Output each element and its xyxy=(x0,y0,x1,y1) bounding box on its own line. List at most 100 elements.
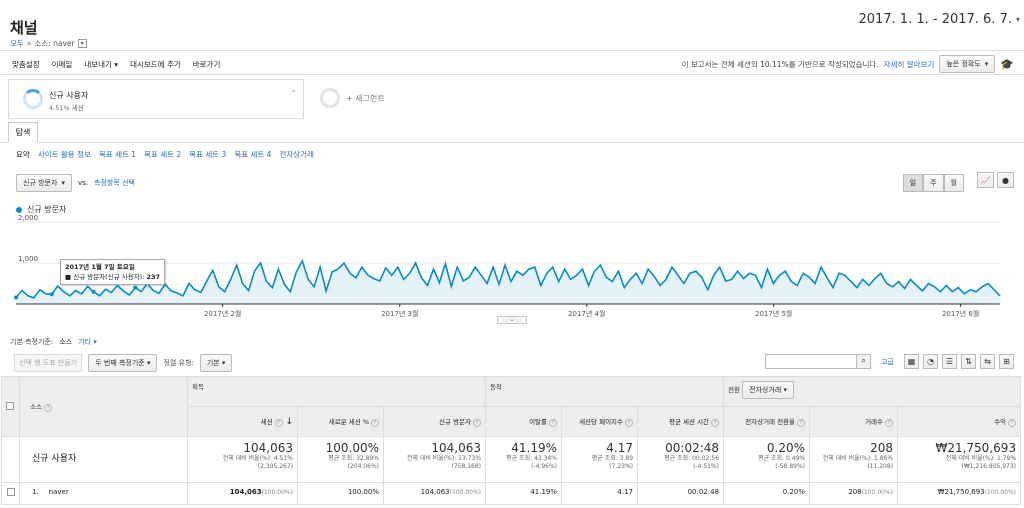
help-icon: ? xyxy=(371,419,379,427)
conversion-dropdown[interactable]: 전자상거래 ▾ xyxy=(742,381,795,399)
row-metric-value: 41.19% xyxy=(530,488,558,496)
plot-rows-button[interactable]: 선택 행 도표 만들기 xyxy=(14,354,83,372)
subtab-item[interactable]: 목표 세트 1 xyxy=(99,149,136,160)
date-range-text: 2017. 1. 1. - 2017. 6. 7. xyxy=(858,12,1012,27)
metric-header[interactable]: 평균 세션 시간? xyxy=(637,406,725,437)
granularity-option[interactable]: 일 xyxy=(902,174,924,192)
header-source[interactable]: 소스 ? xyxy=(19,376,188,437)
toolbar-item[interactable]: 내보내기 ▾ xyxy=(84,59,118,70)
subtab-item[interactable]: 전자상거래 xyxy=(279,149,314,160)
pivot-icon[interactable]: ⊞ xyxy=(999,354,1014,369)
add-segment-button[interactable]: + 세그먼트 xyxy=(320,88,385,108)
summary-cell: 4.17 평균 조회: 3.89 (7.23%) xyxy=(561,436,639,483)
chart-resize-handle[interactable]: ⌄ xyxy=(497,316,527,324)
pie-chart-icon[interactable]: ◔ xyxy=(923,354,938,369)
dimension-other[interactable]: 기타 ▾ xyxy=(78,337,97,347)
precision-value: 높은 정확도 xyxy=(946,60,981,68)
summary-total: (758,168) xyxy=(451,463,482,470)
chevron-down-icon[interactable]: ▾ xyxy=(77,39,87,48)
metric-header[interactable]: 새로운 세션 %? xyxy=(297,406,384,437)
metric-header-label: 신규 방문자 xyxy=(439,418,472,426)
chevron-down-icon: ▾ xyxy=(984,60,989,68)
tooltip-body: ■ 신규 방문자(신규 사용자): 237 xyxy=(65,273,161,281)
metric-header-label: 전자상거래 전환율 xyxy=(745,418,796,426)
table-tools: 선택 행 도표 만들기 두 번째 측정기준 ▾ 정렬 유형: 기본 ▾ xyxy=(14,354,233,372)
summary-total: (11,208) xyxy=(867,463,894,470)
subtab-item[interactable]: 요약 xyxy=(16,149,30,160)
subtab-item[interactable]: 사이트 활용 정보 xyxy=(38,149,91,160)
select-all-checkbox[interactable] xyxy=(6,401,14,410)
toolbar-item[interactable]: 이메일 xyxy=(52,59,73,70)
data-table-icon[interactable]: ▦ xyxy=(904,354,919,369)
sort-type-dropdown[interactable]: 기본 ▾ xyxy=(199,354,233,372)
metric-header[interactable]: 세션당 페이지수? xyxy=(561,406,639,437)
row-source-link[interactable]: naver xyxy=(49,488,69,496)
toolbar-item[interactable]: 대시보드에 추가 xyxy=(130,59,181,70)
precision-dropdown[interactable]: 높은 정확도 ▾ xyxy=(939,55,996,73)
performance-icon[interactable]: ☰ xyxy=(942,354,957,369)
y-tick-label: 2,000 xyxy=(18,214,38,222)
date-range-picker[interactable]: 2017. 1. 1. - 2017. 6. 7. ▾ xyxy=(858,12,1020,27)
segment-name: 신규 사용자 xyxy=(49,91,89,100)
summary-cell: ₩21,750,693 전체 대비 비율(%): 1.79% (₩1,216,805… xyxy=(897,436,1022,483)
secondary-dimension-dropdown[interactable]: 두 번째 측정기준 ▾ xyxy=(88,354,158,372)
sort-desc-icon[interactable]: ↓ xyxy=(283,417,293,427)
summary-cell: 104,063 전체 대비 비율(%): 13.73% (758,168) xyxy=(382,436,487,483)
metric-header[interactable]: 이탈률? xyxy=(485,406,563,437)
line-chart-icon[interactable]: 📈 xyxy=(977,172,994,188)
subtab-item[interactable]: 목표 세트 2 xyxy=(144,149,181,160)
row-metric-cell: 0.20% xyxy=(723,482,811,505)
subtab-item[interactable]: 목표 세트 3 xyxy=(189,149,226,160)
dimension-source[interactable]: 소스 xyxy=(59,337,72,347)
row-metric-cell: ₩21,750,693(100.00%) xyxy=(897,482,1022,505)
table-row[interactable]: 1. naver 104,063(100.00%) 100.00% 104,063(10… xyxy=(1,482,1022,505)
x-tick-label: 2017년 4월 xyxy=(568,309,605,318)
metric-header-label: 세션 xyxy=(260,418,273,426)
help-icon: ? xyxy=(473,419,482,427)
advanced-filter-link[interactable]: 고급 xyxy=(881,357,894,367)
metric-header[interactable]: 전자상거래 전환율? xyxy=(723,406,811,437)
motion-chart-icon[interactable]: ● xyxy=(997,172,1014,188)
metric-header[interactable]: 수익? xyxy=(897,406,1022,437)
summary-total: (204.06%) xyxy=(347,463,379,470)
help-icon: ? xyxy=(1008,419,1017,427)
term-cloud-icon[interactable]: ⇆ xyxy=(980,354,995,369)
tab-explorer[interactable]: 탐색 xyxy=(8,122,38,143)
metric-header[interactable]: 신규 방문자? xyxy=(382,406,487,437)
help-icon: ? xyxy=(625,419,634,427)
breadcrumb-separator: » xyxy=(26,39,32,48)
summary-detail: 전체 대비 비율(%): 13.73% xyxy=(406,455,482,462)
chevron-down-icon[interactable]: ⌄ xyxy=(290,85,297,94)
metric-dropdown[interactable]: 신규 방문자 ▾ xyxy=(16,174,72,192)
metric-header[interactable]: 거래수? xyxy=(809,406,899,437)
row-metric-share: (100.00%) xyxy=(449,489,482,496)
search-icon[interactable]: ⌕ xyxy=(856,355,871,368)
tooltip-value: 237 xyxy=(146,273,161,281)
row-checkbox[interactable] xyxy=(6,488,15,496)
summary-cell: 104,063 전체 대비 비율(%): 4.51% (2,305,267) xyxy=(187,436,298,483)
row-metric-value: 100.00% xyxy=(347,488,379,496)
tooltip-date: 2017년 1월 7일 토요일 xyxy=(65,263,135,271)
table-search-input[interactable]: ⌕ xyxy=(765,354,872,369)
page-title: 채널 xyxy=(10,19,38,37)
granularity-option[interactable]: 월 xyxy=(943,174,964,192)
metric-header[interactable]: 세션? ↓ xyxy=(187,406,298,437)
breadcrumb-all-link[interactable]: 모두 xyxy=(10,38,24,49)
row-metric-cell: 104,063(100.00%) xyxy=(187,482,298,505)
comparison-icon[interactable]: ⇅ xyxy=(961,354,976,369)
learn-more-link[interactable]: 자세히 알아보기 xyxy=(884,59,935,70)
toolbar-item[interactable]: 맞춤설정 xyxy=(12,59,40,70)
help-icon: ? xyxy=(885,419,894,427)
summary-detail: 전체 대비 비율(%): 4.51% xyxy=(222,455,293,462)
graduation-cap-icon[interactable]: 🎓 xyxy=(1000,58,1014,71)
segment-card[interactable]: 신규 사용자 4.51% 세션 ⌄ xyxy=(8,79,304,119)
granularity-option[interactable]: 주 xyxy=(923,174,944,192)
summary-detail: 평균 조회: 0.49% xyxy=(758,455,806,462)
select-metric-link[interactable]: 측정항목 선택 xyxy=(94,178,135,188)
data-point xyxy=(14,295,18,300)
toolbar-item[interactable]: 바로가기 xyxy=(193,59,221,70)
summary-checkbox-cell xyxy=(1,436,20,483)
subtab-item[interactable]: 목표 세트 4 xyxy=(234,149,271,160)
explorer-subtabs: 요약 사이트 활용 정보 목표 세트 1 목표 세트 2 목표 세트 3 목표 세트 4 전… xyxy=(16,149,314,160)
row-metric-cell: 208(100.00%) xyxy=(809,482,899,505)
